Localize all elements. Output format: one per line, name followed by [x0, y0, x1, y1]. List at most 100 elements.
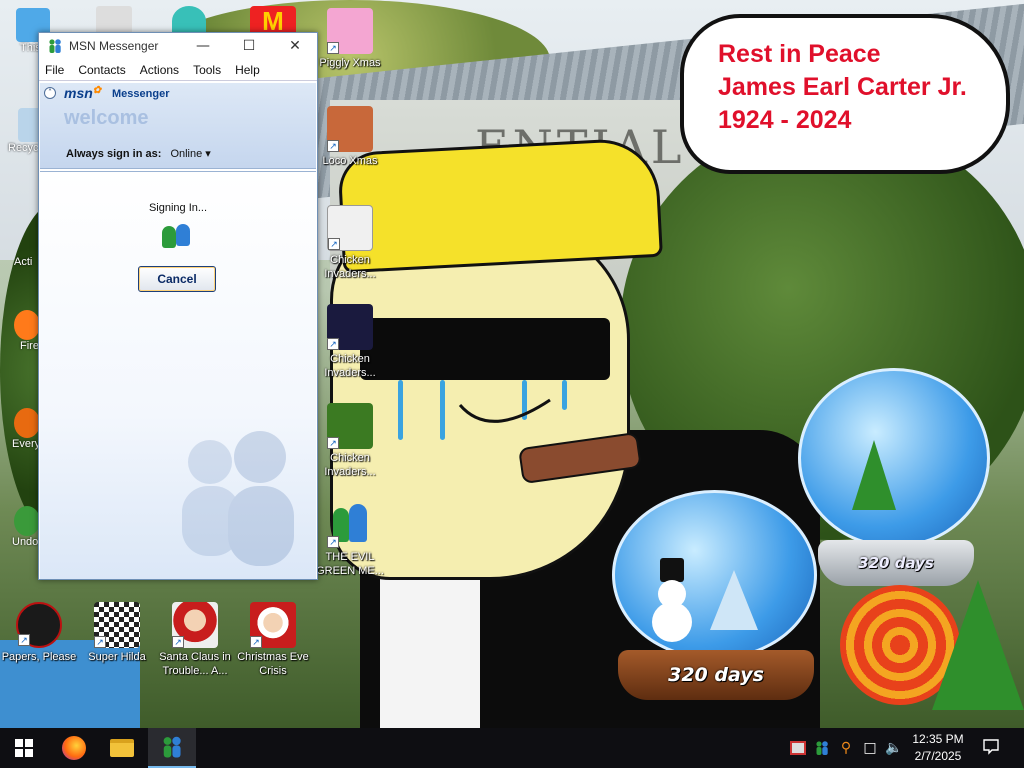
desktop-icon-evil-green-me[interactable]: ↗ THE EVIL GREEN ME... — [311, 502, 389, 578]
close-button[interactable]: ✕ — [272, 33, 318, 59]
desktop-icon-label: Acti — [14, 256, 33, 268]
cartoon-shirt — [380, 560, 480, 728]
pixel-dog-icon: ↗ — [94, 602, 140, 648]
bear-santa-icon: ↗ — [327, 106, 373, 152]
desktop-icon-label: Super Hilda — [88, 651, 146, 663]
collapse-toggle-icon[interactable]: ˄ — [44, 87, 56, 99]
menu-bar: File Contacts Actions Tools Help — [39, 59, 317, 81]
cartoon-smile — [458, 398, 551, 423]
msn-buddies-watermark-icon — [182, 431, 294, 566]
chicken-invaders-icon: ↗ — [327, 205, 373, 251]
taskbar: ⚲ □ 🔈 12:35 PM 2/7/2025 — [0, 728, 1024, 768]
christmas-tree-icon — [932, 580, 1024, 710]
msn-logo: msn✿ — [64, 85, 102, 101]
desktop-icon-chicken-invaders[interactable]: ↗ Chicken Invaders... — [311, 205, 389, 281]
minimize-button[interactable]: — — [180, 33, 226, 59]
clock-time: 12:35 PM — [912, 732, 964, 746]
santa-icon: ↗ — [250, 602, 296, 648]
menu-file[interactable]: File — [45, 63, 64, 77]
papers-please-icon: ↗ — [16, 602, 62, 648]
desktop-icon-label: Papers, Please — [1, 651, 77, 663]
menu-help[interactable]: Help — [235, 63, 260, 77]
desktop-icon-santa-claus-trouble[interactable]: ↗ Santa Claus in Trouble... A... — [156, 602, 234, 678]
dropdown-arrow-icon: ▾ — [205, 148, 211, 160]
network-icon[interactable]: □ — [860, 738, 880, 758]
msn-messenger-window[interactable]: MSN Messenger — ☐ ✕ File Contacts Action… — [38, 32, 318, 580]
sign-in-status-row: Always sign in as: Online ▾ — [66, 147, 211, 160]
firefox-icon — [62, 736, 86, 760]
msn-buddies-icon: ↗ — [327, 502, 373, 548]
desktop-icon-label: Recyc — [8, 142, 39, 154]
undo-icon — [14, 506, 40, 536]
santa-icon: ↗ — [172, 602, 218, 648]
desktop-icon-chicken-invaders[interactable]: ↗ Chicken Invaders... — [311, 304, 389, 380]
desktop-icon-chicken-invaders[interactable]: ↗ Chicken Invaders... — [311, 403, 389, 479]
bubble-line: Rest in Peace — [718, 40, 881, 68]
cartoon-sunglasses — [360, 318, 610, 380]
always-sign-in-label: Always sign in as: — [66, 148, 162, 160]
taskbar-firefox[interactable] — [50, 728, 98, 768]
desktop-icon-piggly-xmas[interactable]: ↗ Piggly Xmas — [311, 8, 389, 70]
status-dropdown[interactable]: Online ▾ — [170, 148, 210, 160]
chicken-invaders-icon: ↗ — [327, 304, 373, 350]
desktop-icon-label: Chicken Invaders... — [324, 254, 376, 280]
desktop-icon-label: Santa Claus in Trouble... A... — [159, 651, 231, 677]
desktop-icon-partial[interactable]: This — [0, 8, 50, 54]
welcome-heading: welcome — [64, 107, 149, 129]
desktop-icon-label: This — [20, 42, 41, 54]
menu-contacts[interactable]: Contacts — [78, 63, 125, 77]
signing-in-panel: Signing In... Cancel — [40, 171, 316, 579]
desktop-icon-label: Every — [12, 438, 41, 450]
chicken-invaders-icon: ↗ — [327, 403, 373, 449]
desktop-icon-label: Piggly Xmas — [319, 57, 381, 69]
window-titlebar[interactable]: MSN Messenger — ☐ ✕ — [39, 33, 317, 59]
desktop-icon-partial[interactable]: Fire — [0, 310, 40, 352]
menu-actions[interactable]: Actions — [140, 63, 179, 77]
maximize-button[interactable]: ☐ — [226, 33, 272, 59]
msn-buddies-icon — [49, 39, 61, 53]
taskbar-msn-messenger[interactable] — [148, 728, 196, 768]
taskbar-clock[interactable]: 12:35 PM 2/7/2025 — [906, 731, 970, 765]
start-button[interactable] — [0, 728, 48, 768]
desktop-icon-label: Chicken Invaders... — [324, 452, 376, 478]
snowman-icon — [650, 550, 692, 642]
volume-icon[interactable]: 🔈 — [884, 738, 904, 758]
notification-center-icon[interactable] — [980, 737, 1002, 757]
desktop-icon-super-hilda[interactable]: ↗ Super Hilda — [78, 602, 156, 664]
desktop-icon-label: Christmas Eve Crisis — [237, 651, 309, 677]
desktop-icon-label: Chicken Invaders... — [324, 353, 376, 379]
speech-bubble: Rest in Peace James Earl Carter Jr. 1924… — [680, 14, 1010, 174]
desktop-icon-label: Undo — [12, 536, 39, 548]
desktop-icon-partial[interactable]: Acti — [0, 240, 40, 268]
tray-search-icon[interactable]: ⚲ — [836, 738, 856, 758]
menu-tools[interactable]: Tools — [193, 63, 221, 77]
tray-app-icon[interactable] — [788, 738, 808, 758]
cartoon-tear — [398, 380, 403, 440]
desktop-icon-partial[interactable]: Every — [0, 408, 40, 450]
tray-msn-icon[interactable] — [812, 738, 832, 758]
everything-icon — [14, 408, 40, 438]
bubble-line: James Earl Carter Jr. — [718, 73, 967, 101]
folder-icon — [110, 739, 134, 757]
christmas-tree-icon — [852, 440, 896, 510]
clock-date: 2/7/2025 — [914, 749, 962, 763]
desktop-icon-label: THE EVIL GREEN ME... — [316, 551, 384, 577]
msn-header-panel: ˄ msn✿ Messenger welcome Always sign in … — [40, 83, 316, 169]
taskbar-file-explorer[interactable] — [98, 728, 146, 768]
desktop-icon-loco-xmas[interactable]: ↗ Loco Xmas — [311, 106, 389, 168]
bubble-line: 1924 - 2024 — [718, 106, 852, 134]
product-name: Messenger — [112, 88, 170, 100]
cancel-button[interactable]: Cancel — [138, 266, 216, 292]
desktop-icon-papers-please[interactable]: ↗ Papers, Please — [0, 602, 78, 664]
signing-in-status: Signing In... — [148, 202, 208, 214]
desktop-icon-label: Fire — [20, 340, 39, 352]
desktop-icon-partial[interactable]: Recyc — [0, 108, 48, 154]
desktop-icon-partial[interactable]: Undo — [0, 506, 40, 548]
desktop-icon-label: Loco Xmas — [322, 155, 378, 167]
snowy-tree-icon — [710, 570, 758, 630]
windows-start-icon — [15, 739, 33, 757]
globe-counter: 320 days — [618, 650, 814, 700]
pig-santa-icon: ↗ — [327, 8, 373, 54]
firefox-icon — [14, 310, 40, 340]
desktop-icon-christmas-eve-crisis[interactable]: ↗ Christmas Eve Crisis — [234, 602, 312, 678]
